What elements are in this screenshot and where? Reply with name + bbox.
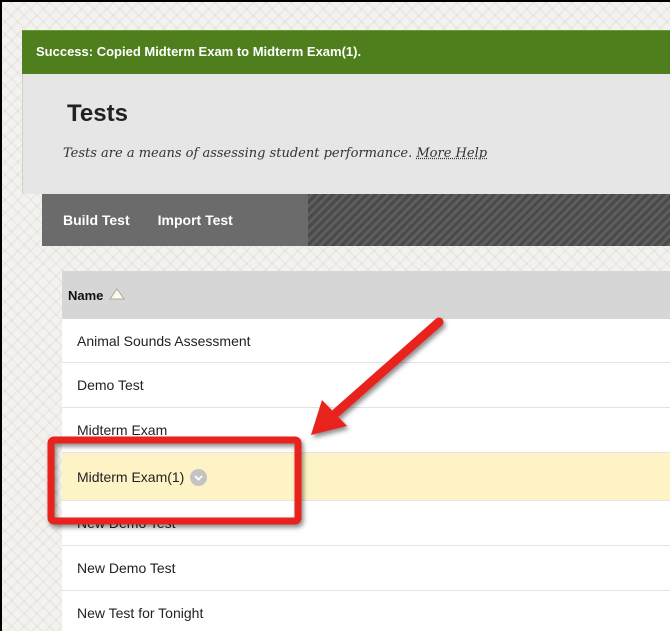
highlight-box bbox=[47, 436, 302, 525]
arrow-icon bbox=[311, 317, 444, 435]
annotation-overlay bbox=[47, 317, 444, 525]
page-background: Success: Copied Midterm Exam to Midterm … bbox=[0, 0, 670, 631]
